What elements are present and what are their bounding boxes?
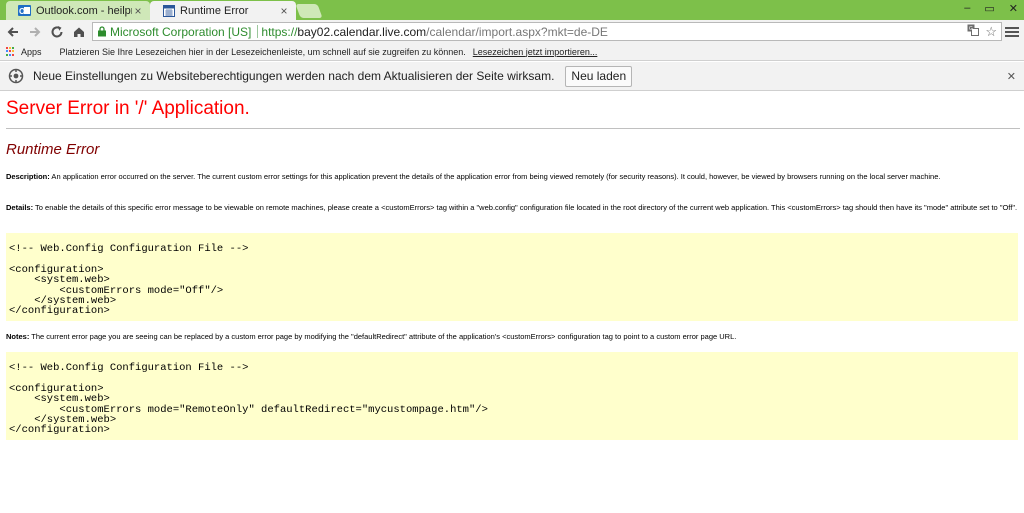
details-text: To enable the details of this specific e… [33,203,1018,212]
ev-separator [257,25,259,38]
code-block-2: <!-- Web.Config Configuration File --> <… [6,352,1018,440]
address-bar[interactable]: Microsoft Corporation [US] https://bay02… [92,22,1002,41]
notes-label: Notes: [6,332,30,341]
svg-text:G: G [969,26,973,32]
lock-icon [98,26,106,37]
reload-button[interactable]: Neu laden [565,65,633,87]
url-host: bay02.calendar.live.com [297,24,427,39]
tab-runtime-error[interactable]: Runtime Error × [150,1,296,20]
code-block-1: <!-- Web.Config Configuration File --> <… [6,233,1018,321]
menu-icon[interactable] [1005,23,1019,40]
forward-arrow-icon[interactable] [24,21,46,43]
site-settings-infobar: Neue Einstellungen zu Websiteberechtigun… [0,62,1024,91]
apps-icon[interactable] [6,46,16,57]
divider [6,128,1020,129]
url-scheme: https:// [261,24,298,39]
description-label: Description: [6,172,50,181]
settings-cog-icon [8,68,24,84]
infobar-message: Neue Einstellungen zu Websiteberechtigun… [33,69,555,83]
translate-icon[interactable]: G [967,24,980,40]
window-controls: – ▭ ✕ [964,2,1018,15]
page-subtitle: Runtime Error [6,141,100,158]
title-bar: O Outlook.com - heilpraxis- × Runtime Er… [0,0,1024,20]
tab-close-icon[interactable]: × [132,4,144,18]
bookmarks-bar: Apps Platzieren Sie Ihre Lesezeichen hie… [0,43,1024,61]
notes-paragraph: Notes: The current error page you are se… [6,331,1018,342]
restore-icon[interactable]: ▭ [984,2,994,15]
minimize-icon[interactable]: – [964,2,970,15]
page-icon [162,4,175,17]
tab-title: Outlook.com - heilpraxis- [36,4,132,17]
notes-text: The current error page you are seeing ca… [29,332,737,341]
page-content: Server Error in '/' Application. Runtime… [0,91,1024,513]
browser-toolbar: Microsoft Corporation [US] https://bay02… [0,20,1024,43]
reload-icon[interactable] [46,21,68,43]
outlook-icon: O [18,4,31,17]
tab-outlook[interactable]: O Outlook.com - heilpraxis- × [6,1,150,20]
tab-close-icon[interactable]: × [278,4,290,18]
url-path: /calendar/import.aspx?mkt=de-DE [426,24,608,39]
details-paragraph: Details: To enable the details of this s… [6,202,1018,213]
bookmark-star-icon[interactable]: ☆ [985,24,997,40]
ev-label: Microsoft Corporation [US] [110,24,252,39]
close-window-icon[interactable]: ✕ [1009,2,1018,15]
import-bookmarks-link[interactable]: Lesezeichen jetzt importieren... [473,47,598,57]
back-arrow-icon[interactable] [2,21,24,43]
description-paragraph: Description: An application error occurr… [6,171,1018,182]
omnibox-actions: G ☆ [967,24,997,40]
home-icon[interactable] [68,21,90,43]
bookmarks-hint: Platzieren Sie Ihre Lesezeichen hier in … [59,46,466,57]
apps-link[interactable]: Apps [21,47,42,57]
details-label: Details: [6,203,34,212]
new-tab-button[interactable] [295,4,323,18]
tab-title: Runtime Error [180,4,249,17]
ev-certificate-badge[interactable]: Microsoft Corporation [US] [93,23,255,40]
page-title: Server Error in '/' Application. [6,98,250,119]
svg-text:O: O [19,7,25,16]
close-icon[interactable]: ✕ [1007,70,1016,83]
description-text: An application error occurred on the ser… [49,172,941,181]
